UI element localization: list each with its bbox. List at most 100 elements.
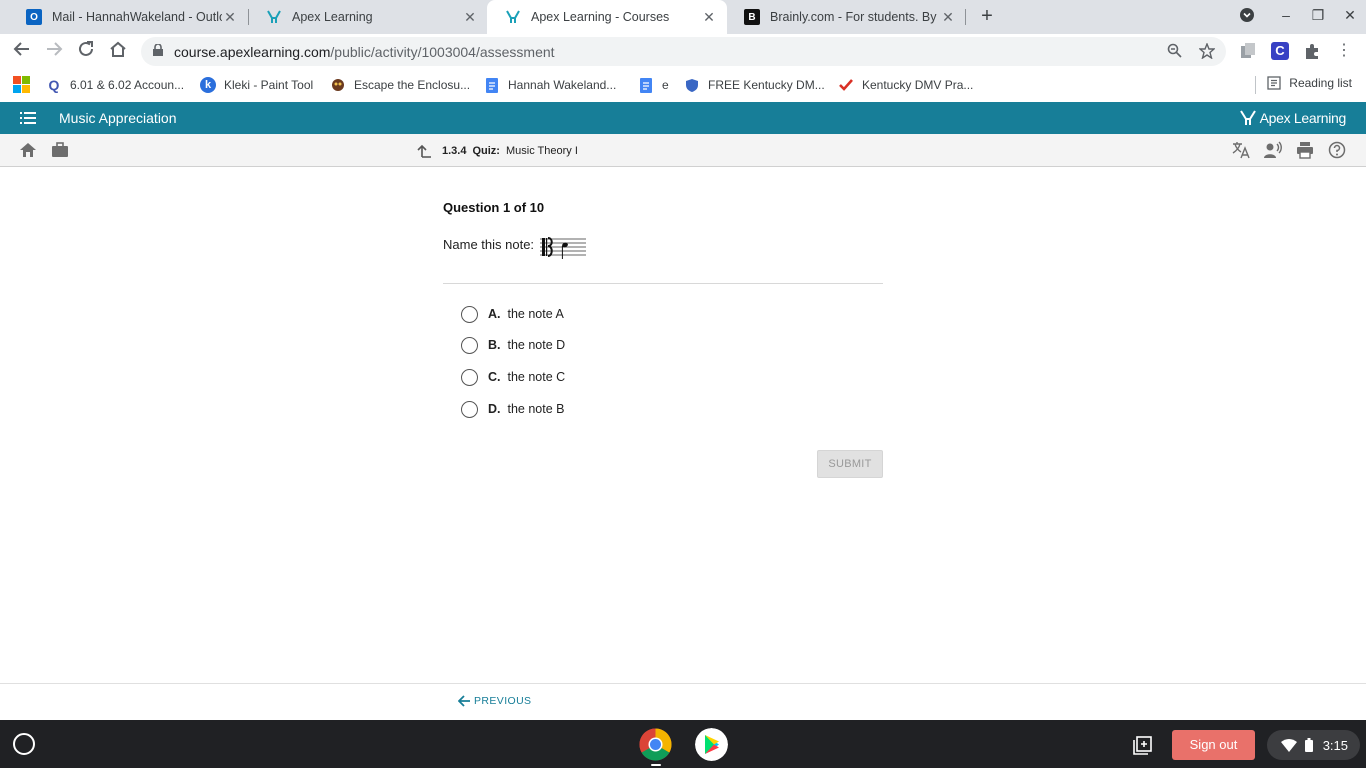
radio-button[interactable] [461,368,478,386]
close-icon[interactable]: ✕ [701,9,717,26]
tab-strip: O Mail - HannahWakeland - Outlook ✕ Apex… [0,0,1366,34]
bookmark-label: e [662,78,669,92]
radio-button[interactable] [461,336,478,354]
wifi-icon [1280,738,1297,752]
activity-toolbar: 1.3.4 Quiz: Music Theory I [0,134,1366,167]
tab-apex[interactable]: Apex Learning ✕ [248,0,488,34]
tab-brainly[interactable]: B Brainly.com - For students. By student… [726,0,966,34]
activity-number: 1.3.4 [442,145,467,157]
option-text: the note C [507,370,566,384]
tab-title: Apex Learning - Courses [531,10,670,24]
answer-option-b[interactable]: B. the note D [461,336,565,354]
bookmark-item[interactable]: FREE Kentucky DM... [684,76,825,94]
bookmark-item[interactable]: Escape the Enclosu... [330,76,470,94]
course-header: Music Appreciation Apex Learning [0,102,1366,134]
close-icon[interactable]: ✕ [462,9,478,26]
url-text: course.apexlearning.com/public/activity/… [174,44,555,60]
answer-option-c[interactable]: C. the note C [461,368,565,386]
text-to-speech-icon[interactable] [1263,141,1283,161]
reading-list-label: Reading list [1289,76,1352,90]
option-letter: D. [488,402,501,416]
reading-list-button[interactable]: Reading list [1267,76,1352,90]
previous-button[interactable]: PREVIOUS [458,695,531,707]
bookmark-label: Kleki - Paint Tool [224,78,314,92]
bookmarks-bar: Q 6.01 & 6.02 Accoun... k Kleki - Paint … [0,68,1366,102]
home-icon[interactable] [107,40,129,62]
sign-out-button[interactable]: Sign out [1172,730,1255,760]
bookmark-item[interactable]: k Kleki - Paint Tool [200,76,313,94]
clock-time: 3:15 [1322,737,1348,753]
briefcase-icon[interactable] [51,141,69,159]
divider [443,283,883,284]
play-store-icon[interactable] [695,728,728,761]
extensions-puzzle-icon[interactable] [1303,42,1321,60]
answer-option-d[interactable]: D. the note B [461,400,565,418]
more-menu-icon[interactable]: ⋮ [1336,40,1352,60]
option-text: the note A [507,307,564,321]
chrome-icon[interactable] [639,728,672,761]
back-arrow-icon[interactable] [11,40,33,62]
activity-footer: PREVIOUS [0,683,1366,720]
reading-list-icon [1267,76,1281,90]
address-bar[interactable]: course.apexlearning.com/public/activity/… [141,37,1226,66]
bookmark-label: Escape the Enclosu... [354,78,471,92]
brand-name: Apex Learning [1259,110,1347,126]
bookmark-item[interactable]: Kentucky DMV Pra... [838,76,973,94]
shield-icon [684,77,700,93]
bookmark-divider [1255,76,1256,94]
battery-icon [1304,738,1313,752]
quizlet-icon: Q [48,77,60,93]
tab-search-icon[interactable] [1237,7,1257,26]
bookmark-label: Hannah Wakeland... [508,78,617,92]
zoom-icon[interactable] [1167,43,1182,62]
home-icon[interactable] [19,141,37,159]
activity-title: Music Theory I [505,145,578,157]
bookmark-label: FREE Kentucky DM... [708,78,825,92]
extension-c-icon[interactable]: C [1271,42,1289,60]
new-tab-button[interactable]: + [976,5,998,27]
extension-copy-icon[interactable] [1239,42,1257,60]
launcher-icon[interactable] [13,733,35,755]
answer-option-a[interactable]: A. the note A [461,305,564,323]
bookmark-item[interactable]: Hannah Wakeland... [484,76,616,94]
brand-logo: Apex Learning [1239,109,1346,127]
window-close-icon[interactable]: ✕ [1340,7,1360,24]
apps-grid-icon[interactable] [13,76,30,93]
brainly-icon: B [744,9,760,25]
radio-button[interactable] [461,400,478,418]
tab-title: Brainly.com - For students. By students. [770,10,940,24]
option-text: the note B [507,402,565,416]
help-icon[interactable] [1327,141,1347,161]
reload-icon[interactable] [75,40,97,62]
tote-icon[interactable] [1130,732,1156,758]
game-icon [330,77,346,93]
status-tray[interactable]: 3:15 [1267,730,1360,760]
restore-icon[interactable]: ❐ [1308,7,1328,24]
course-title: Music Appreciation [59,110,177,126]
docs-icon [484,77,500,93]
bookmark-item[interactable]: e [638,76,669,94]
up-level-icon[interactable] [416,143,432,159]
print-icon[interactable] [1295,141,1315,161]
radio-button[interactable] [461,305,478,323]
apex-icon [266,9,282,25]
close-icon[interactable]: ✕ [940,9,956,26]
option-letter: C. [488,370,501,384]
running-indicator [651,764,661,766]
close-icon[interactable]: ✕ [222,9,238,26]
bookmark-item[interactable]: Q 6.01 & 6.02 Accoun... [46,76,185,94]
activity-type: Quiz: [472,145,500,157]
translate-icon[interactable] [1231,141,1251,161]
check-icon [838,77,854,93]
tab-apex-courses[interactable]: Apex Learning - Courses ✕ [487,0,727,34]
submit-button[interactable]: SUBMIT [817,450,883,478]
arrow-left-icon [458,695,470,707]
bookmark-label: Kentucky DMV Pra... [862,78,974,92]
tab-outlook[interactable]: O Mail - HannahWakeland - Outlook ✕ [8,0,248,34]
minimize-icon[interactable]: – [1276,7,1296,23]
lock-icon [153,44,163,56]
option-letter: A. [488,307,501,321]
forward-arrow-icon[interactable] [43,40,65,62]
bookmark-star-icon[interactable] [1198,42,1216,63]
menu-list-icon[interactable] [20,111,36,125]
